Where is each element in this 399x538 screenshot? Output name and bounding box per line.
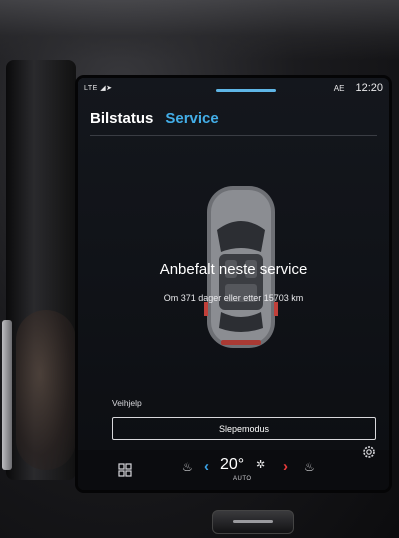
temperature-display[interactable]: 20° xyxy=(220,456,244,474)
signal-indicator: LTE ◢➤ xyxy=(84,84,113,92)
slepemodus-button[interactable]: Slepemodus xyxy=(112,417,376,440)
seat-heat-right-icon[interactable]: ♨ xyxy=(304,460,315,474)
climate-bar: ♨ ‹ 20° AUTO ✲ › ♨ xyxy=(78,446,389,490)
tab-divider xyxy=(90,135,377,136)
apps-grid-icon[interactable] xyxy=(118,463,132,477)
tab-service[interactable]: Service xyxy=(165,110,218,132)
infotainment-screen: LTE ◢➤ AE 12:20 Bilstatus Service Anbefa… xyxy=(78,78,389,490)
fan-icon[interactable]: ✲ xyxy=(256,458,265,471)
seat-heat-left-icon[interactable]: ♨ xyxy=(182,460,196,476)
top-reflection xyxy=(0,0,399,60)
climate-mode: AUTO xyxy=(233,476,252,482)
tab-bar: Bilstatus Service xyxy=(90,110,219,132)
home-button[interactable] xyxy=(212,510,294,534)
signal-icon: ◢➤ xyxy=(100,85,113,92)
slepemodus-label: Slepemodus xyxy=(218,423,270,434)
service-detail: Om 371 dager eller etter 15703 km xyxy=(163,293,304,303)
pull-down-handle[interactable] xyxy=(216,89,276,92)
veihjelp-label: Veihjelp xyxy=(112,398,142,408)
status-right: AE 12:20 xyxy=(334,82,383,94)
side-panel-reflection xyxy=(6,60,76,480)
ae-indicator: AE xyxy=(333,84,345,93)
settings-gear-icon[interactable] xyxy=(361,444,377,460)
clock: 12:20 xyxy=(355,82,383,94)
tab-bilstatus[interactable]: Bilstatus xyxy=(90,110,153,132)
service-headline: Anbefalt neste service xyxy=(159,261,308,278)
temp-down-icon[interactable]: ‹ xyxy=(204,458,209,475)
lte-label: LTE xyxy=(84,85,98,92)
temp-up-icon[interactable]: › xyxy=(283,458,288,475)
edge-highlight xyxy=(2,320,12,470)
status-bar: LTE ◢➤ AE 12:20 xyxy=(78,78,389,100)
hand-reflection xyxy=(16,310,76,470)
